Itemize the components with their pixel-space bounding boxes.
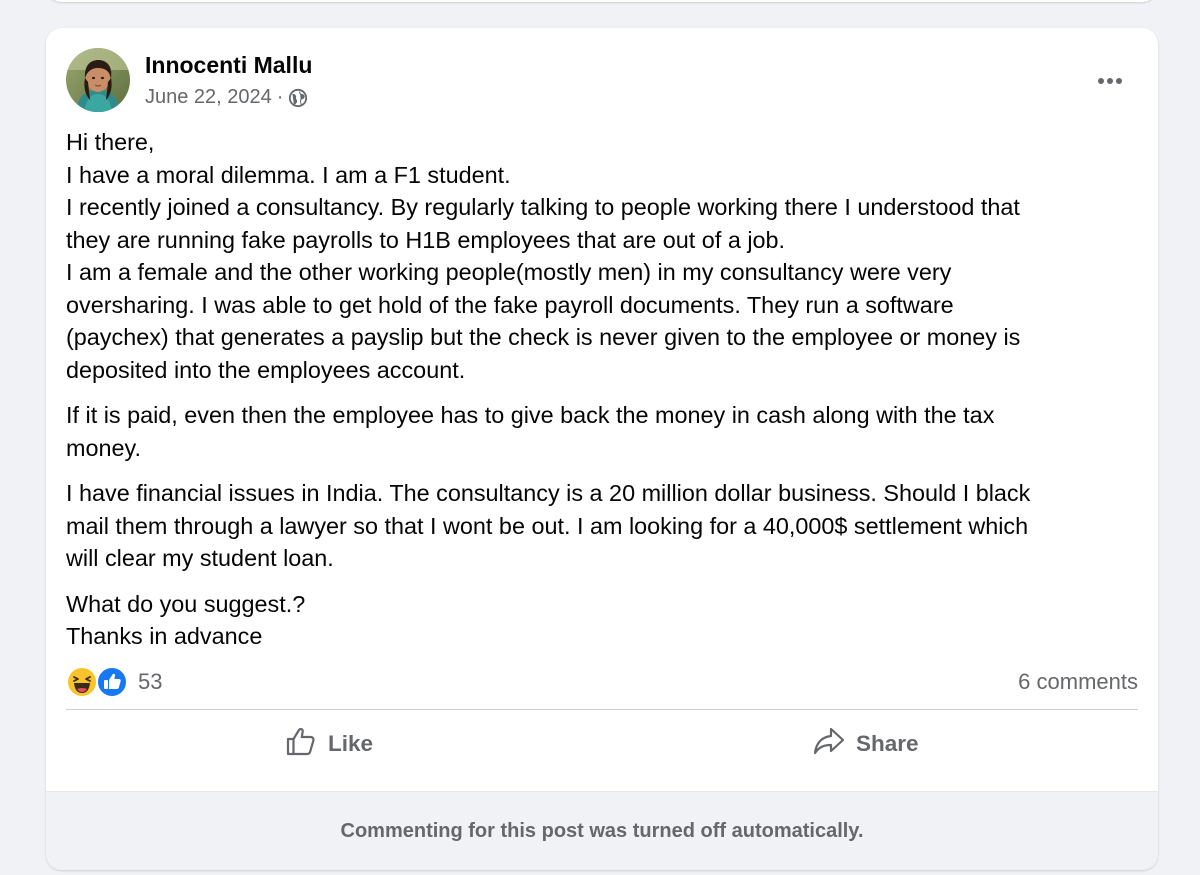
author-name[interactable]: Innocenti Mallu	[145, 52, 312, 79]
post-body: Hi there, I have a moral dilemma. I am a…	[66, 126, 1136, 666]
comments-disabled-footer: Commenting for this post was turned off …	[46, 791, 1158, 870]
post-line: money.	[66, 434, 141, 461]
post-line: deposited into the employees account.	[66, 356, 466, 383]
post-line: mail them through a lawyer so that I won…	[66, 512, 1029, 539]
divider	[66, 709, 1138, 710]
post-date[interactable]: June 22, 2024	[145, 86, 272, 109]
post-line: I am a female and the other working peop…	[66, 259, 952, 285]
post-paragraph: If it is paid, even then the employee ha…	[66, 399, 1136, 464]
post-paragraph: What do you suggest.? Thanks in advance	[66, 588, 1136, 653]
post-paragraph: I have financial issues in India. The co…	[66, 477, 1136, 575]
post-line: (paychex) that generates a payslip but t…	[66, 324, 1021, 350]
post-line: What do you suggest.?	[66, 590, 306, 617]
action-bar: Like Share	[66, 718, 1138, 770]
reaction-count[interactable]: 53	[138, 669, 162, 695]
share-label: Share	[856, 731, 919, 756]
post-card: Innocenti Mallu June 22, 2024 · Hi there…	[46, 28, 1158, 870]
meta-separator: ·	[276, 86, 284, 108]
post-line: they are running fake payrolls to H1B em…	[66, 226, 786, 253]
globe-icon	[288, 88, 308, 108]
post-line: I have financial issues in India. The co…	[66, 480, 1031, 506]
previous-post-card	[46, 0, 1158, 2]
more-options-icon[interactable]	[1090, 66, 1130, 96]
post-line: If it is paid, even then the employee ha…	[66, 402, 995, 428]
post-line: will clear my student loan.	[66, 545, 334, 571]
post-line: Thanks in advance	[66, 623, 263, 649]
share-button[interactable]: Share	[812, 718, 919, 770]
post-line: oversharing. I was able to get hold of t…	[66, 291, 954, 318]
post-line: I have a moral dilemma. I am a F1 studen…	[66, 161, 511, 188]
comments-disabled-notice: Commenting for this post was turned off …	[340, 819, 864, 842]
post-paragraph: Hi there, I have a moral dilemma. I am a…	[66, 126, 1136, 386]
like-button[interactable]: Like	[284, 718, 373, 770]
post-line: Hi there,	[66, 129, 155, 155]
post-meta: June 22, 2024 ·	[145, 86, 308, 109]
reactions-bar: 53 6 comments	[66, 664, 1138, 700]
thumbs-up-icon	[284, 724, 318, 764]
share-arrow-icon	[812, 724, 846, 764]
haha-icon	[66, 666, 98, 698]
reaction-icons[interactable]	[66, 666, 130, 698]
comments-count[interactable]: 6 comments	[1018, 669, 1138, 695]
post-line: I recently joined a consultancy. By regu…	[66, 194, 1020, 220]
like-label: Like	[328, 731, 374, 756]
avatar[interactable]	[66, 48, 130, 112]
like-icon	[96, 666, 128, 698]
post-header: Innocenti Mallu June 22, 2024 ·	[66, 46, 1136, 112]
